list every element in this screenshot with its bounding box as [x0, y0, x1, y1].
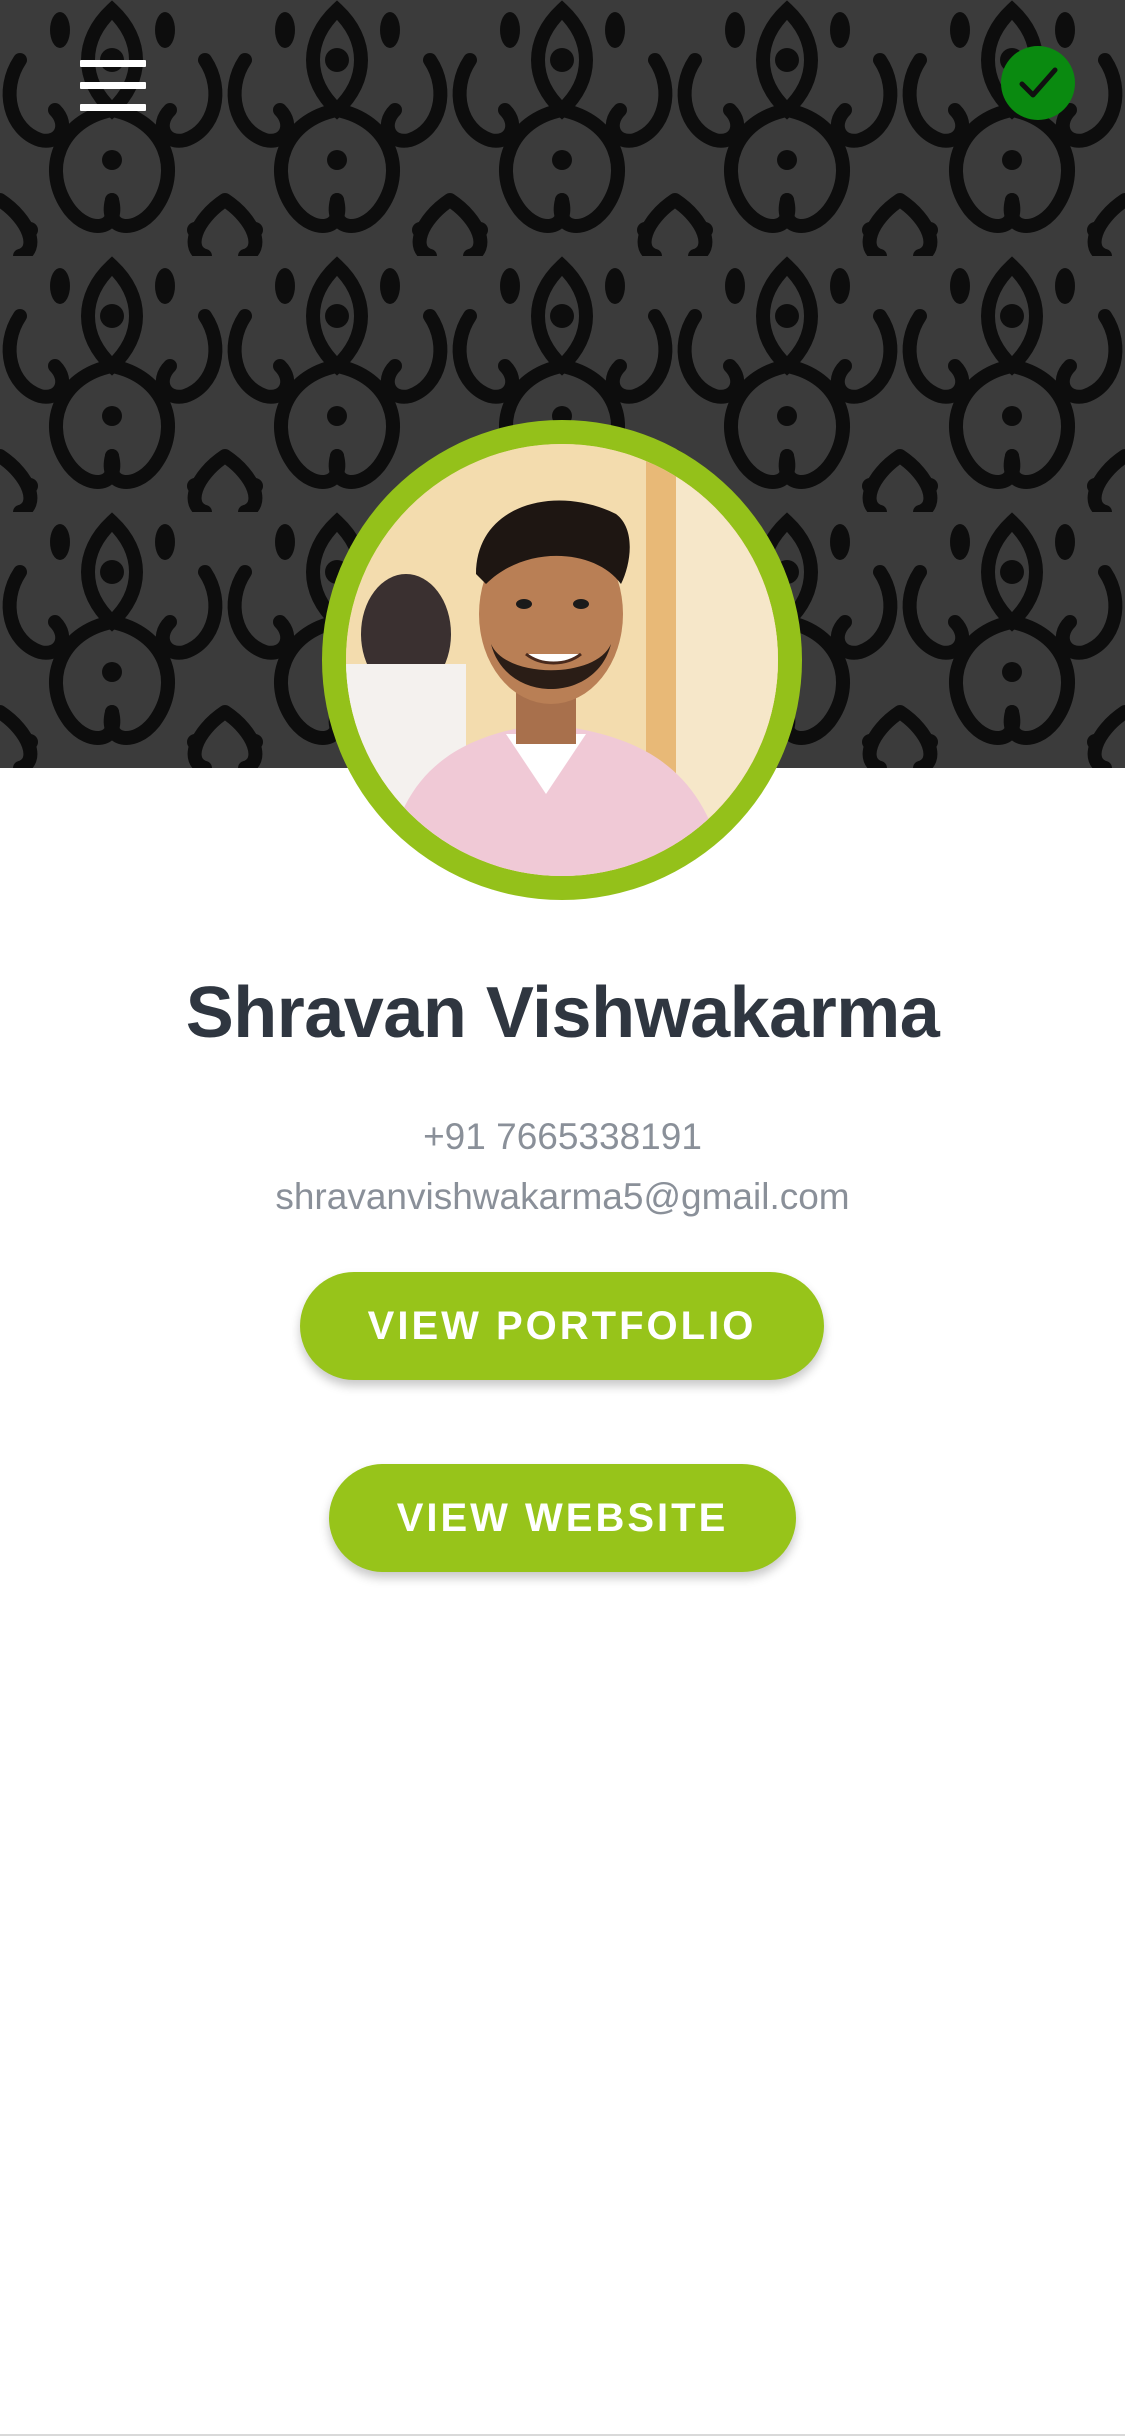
view-portfolio-button[interactable]: VIEW PORTFOLIO [300, 1272, 824, 1380]
profile-email[interactable]: shravanvishwakarma5@gmail.com [0, 1176, 1125, 1218]
view-website-button[interactable]: VIEW WEBSITE [329, 1464, 796, 1572]
avatar[interactable] [346, 444, 778, 876]
verified-badge[interactable] [1001, 46, 1075, 120]
profile-photo [346, 444, 778, 876]
menu-button[interactable] [70, 52, 160, 118]
profile-phone[interactable]: +91 7665338191 [0, 1116, 1125, 1158]
check-circle-icon [1019, 67, 1058, 98]
profile-name: Shravan Vishwakarma [185, 973, 940, 1053]
